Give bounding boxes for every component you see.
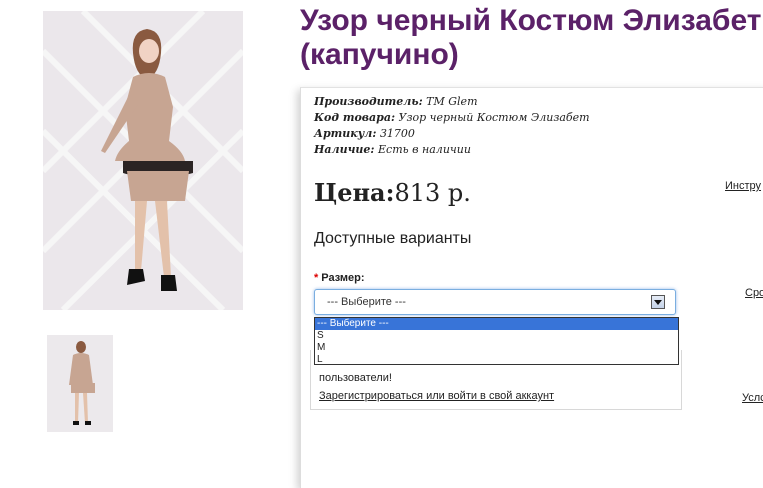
size-option[interactable]: L	[315, 354, 678, 366]
side-link-instructions[interactable]: Инстру	[725, 180, 761, 192]
login-notice-message: пользователи!	[319, 372, 392, 384]
side-link-services[interactable]: Услс	[742, 392, 763, 404]
product-info-list: Производитель: TM Glem Код товара: Узор …	[314, 94, 590, 158]
register-login-link[interactable]: Зарегистрироваться или войти в свой акка…	[319, 390, 554, 402]
side-link-terms[interactable]: Сро	[745, 287, 763, 299]
price: Цена:813 р.	[314, 178, 471, 207]
size-select-value: --- Выберите ---	[327, 296, 406, 308]
size-option[interactable]: --- Выберите ---	[315, 318, 678, 330]
product-thumbnail[interactable]	[47, 335, 113, 432]
size-dropdown-list[interactable]: --- Выберите --- S M L	[314, 317, 679, 365]
info-availability: Наличие: Есть в наличии	[314, 143, 471, 156]
size-option[interactable]: S	[315, 330, 678, 342]
size-select[interactable]: --- Выберите ---	[314, 289, 676, 315]
product-title: Узор черный Костюм Элизабет (капучино)	[300, 4, 762, 71]
product-details-panel: Производитель: TM Glem Код товара: Узор …	[300, 87, 763, 488]
manufacturer-link[interactable]: TM Glem	[426, 95, 477, 108]
price-label: Цена:	[314, 178, 395, 207]
size-option[interactable]: M	[315, 342, 678, 354]
required-mark: *	[314, 272, 319, 284]
size-label: * Размер:	[314, 272, 365, 284]
product-main-image[interactable]	[43, 11, 243, 310]
info-product-code: Код товара: Узор черный Костюм Элизабет	[314, 111, 590, 124]
info-manufacturer: Производитель: TM Glem	[314, 95, 478, 108]
info-article: Артикул: 31700	[314, 127, 415, 140]
chevron-down-icon[interactable]	[651, 295, 665, 309]
price-value: 813 р.	[394, 179, 471, 207]
options-heading: Доступные варианты	[314, 230, 472, 247]
